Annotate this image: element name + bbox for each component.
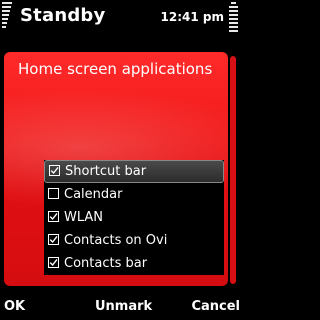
status-bar: Standby 12:41 pm xyxy=(0,0,240,48)
dialog-heading: Home screen applications xyxy=(18,60,213,78)
checkbox-icon[interactable] xyxy=(49,165,60,176)
option-calendar[interactable]: Calendar xyxy=(44,183,224,206)
option-shortcut-bar[interactable]: Shortcut bar xyxy=(44,160,224,183)
option-label: WLAN xyxy=(64,210,104,225)
softkey-bar: OK Unmark Cancel xyxy=(0,296,240,320)
phone-screen: Standby 12:41 pm Home screen application… xyxy=(0,0,240,320)
checkbox-icon[interactable] xyxy=(48,257,59,268)
checkbox-icon[interactable] xyxy=(48,188,59,199)
option-label: Contacts on Ovi xyxy=(64,233,168,248)
ok-softkey[interactable]: OK xyxy=(4,296,25,318)
battery-level-icon xyxy=(229,2,238,46)
options-list: Shortcut bar Calendar WLAN Contacts on O… xyxy=(44,160,224,275)
unmark-softkey[interactable]: Unmark xyxy=(95,296,152,318)
option-label: Contacts bar xyxy=(64,256,148,271)
cancel-softkey[interactable]: Cancel xyxy=(191,296,240,318)
page-title: Standby xyxy=(20,5,106,26)
checkbox-icon[interactable] xyxy=(48,211,59,222)
option-wlan[interactable]: WLAN xyxy=(44,206,224,229)
signal-strength-icon xyxy=(2,2,12,46)
option-contacts-on-ovi[interactable]: Contacts on Ovi xyxy=(44,229,224,252)
option-label: Calendar xyxy=(64,187,123,202)
checkbox-icon[interactable] xyxy=(48,234,59,245)
option-label: Shortcut bar xyxy=(65,164,147,179)
option-contacts-bar[interactable]: Contacts bar xyxy=(44,252,224,275)
clock: 12:41 pm xyxy=(160,10,224,24)
scrollbar[interactable] xyxy=(230,56,236,284)
